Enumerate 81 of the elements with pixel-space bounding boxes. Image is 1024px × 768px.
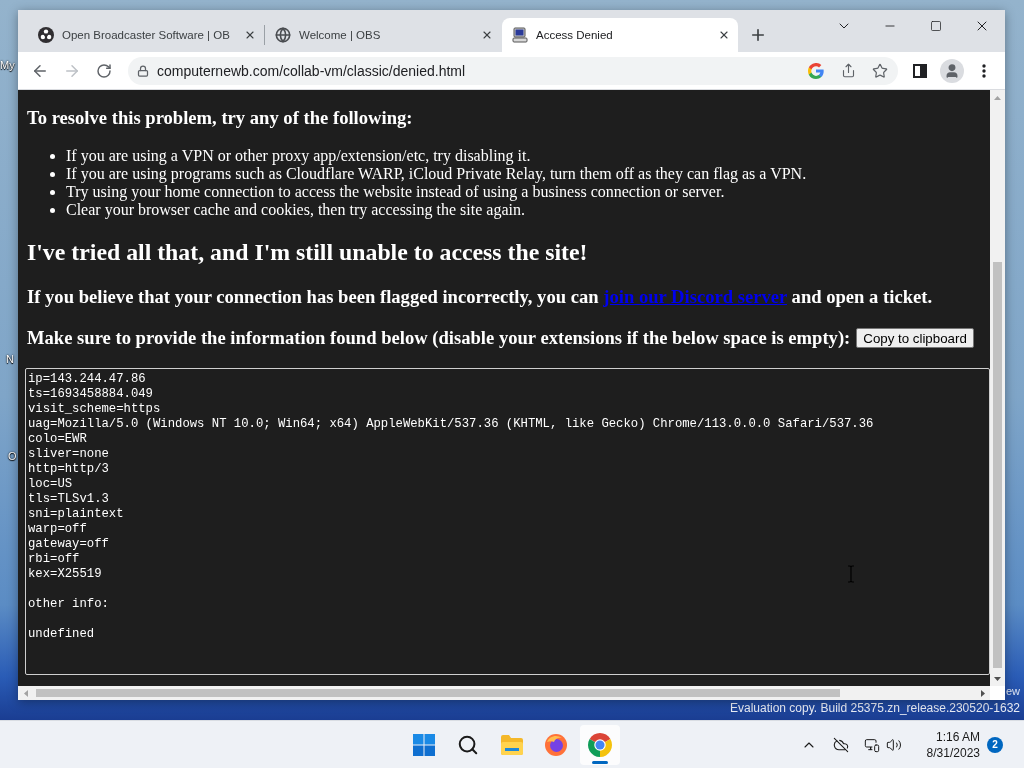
scroll-right-icon[interactable] [980,689,985,697]
search-icon [457,733,479,756]
active-indicator [592,760,608,764]
chrome-logo-icon [588,732,612,757]
speaker-icon [886,736,902,753]
info-line: undefined [28,627,95,642]
clock-date[interactable]: 8/31/2023 [926,744,980,761]
bullet-icon [50,189,55,195]
clock-time[interactable]: 1:16 AM [935,728,980,745]
scrollbar-corner [990,686,1005,700]
notification-badge[interactable]: 2 [987,736,1003,753]
info-line: http=http/3 [28,462,109,477]
info-line: loc=US [28,477,73,492]
info-line: tls=TLSv1.3 [28,492,109,507]
info-line: warp=off [28,522,87,537]
folder-icon [500,733,524,756]
monitor-phone-icon [864,736,880,753]
menu-icon [982,63,986,78]
scrollbar-thumb[interactable] [36,689,840,697]
tab-title[interactable]: Welcome | OBS [299,29,471,41]
star-icon [872,62,888,79]
info-text-area[interactable] [25,368,990,675]
info-line: ip=143.244.47.86 [28,372,146,387]
page-title: I've tried all that, and I'm still unable to access the site! [27,238,589,266]
tip-text: Clear your browser cache and cookies, then try accessing the site again. [66,201,525,219]
google-g-icon [808,62,824,79]
bullet-icon [50,153,55,159]
side-panel-icon [913,63,927,78]
tab-title[interactable]: Open Broadcaster Software | OB [62,29,234,41]
info-line: colo=EWR [28,432,87,447]
maximize-icon [930,20,942,32]
url-text[interactable]: computernewb.com/collab-vm/classic/denied.html [157,62,798,79]
bullet-icon [50,207,55,213]
person-icon [944,62,960,79]
chrome-button[interactable] [580,724,620,765]
profile-button[interactable] [940,58,964,83]
info-line: gateway=off [28,537,109,552]
tip-text: If you are using programs such as Cloudflare WARP, iCloud Private Relay, turn them off as they can flag as a VPN. [66,165,807,183]
firefox-logo-icon [544,732,568,757]
info-line: sliver=none [28,447,109,462]
scroll-down-icon[interactable] [994,676,1001,681]
obs-logo-icon [38,27,54,43]
copy-button[interactable]: Copy to clipboard [856,328,974,348]
info-line: other info: [28,597,109,612]
edition-text: ew [1006,685,1021,698]
info-line: ts=1693458884.049 [28,387,153,402]
discord-paragraph: If you believe that your connection has been flagged incorrectly, you can join our Discord server and open a ticket. [27,286,934,308]
browser-tab[interactable]: Open Broadcaster Software | OB [28,18,264,52]
close-icon [481,29,493,41]
info-line: sni=plaintext [28,507,124,522]
tab-title[interactable]: Access Denied [536,29,708,41]
desktop-icon-label: My [0,59,15,72]
bullet-icon [50,171,55,177]
address-bar[interactable]: computernewb.com/collab-vm/classic/denied.html [128,56,898,85]
tip-text: If you are using a VPN or other proxy app/extension/etc, try disabling it. [66,147,531,165]
close-icon [244,29,256,41]
vertical-scrollbar[interactable] [990,90,1005,686]
computer-icon [512,27,528,43]
info-line: rbi=off [28,552,80,567]
globe-icon [275,27,291,43]
info-line: visit_scheme=https [28,402,161,417]
scrollbar-thumb[interactable] [993,262,1002,668]
browser-tab[interactable]: Access Denied [502,18,738,52]
cloud-off-icon [833,736,849,753]
text-cursor-icon [847,565,855,583]
reload-icon [96,62,112,79]
desktop-icon-label: N [6,353,14,366]
plus-icon [749,26,767,44]
info-line: uag=Mozilla/5.0 (Windows NT 10.0; Win64; x64) AppleWebKit/537.36 (KHTML, like Gecko) Chrome/113.0.0.0 Safari/537.36 [28,417,874,432]
lock-icon [137,64,149,77]
info-line: kex=X25519 [28,567,102,582]
build-notice: Evaluation copy. Build 25375.zn_release.230520-1632 [730,701,1020,715]
windows-logo-icon [413,733,435,756]
close-icon [718,29,730,41]
browser-tab[interactable]: Welcome | OBS [265,18,501,52]
section-heading: To resolve this problem, try any of the following: [27,107,414,129]
info-prompt: Make sure to provide the information found below (disable your extensions if the below space is empty): [27,327,851,349]
horizontal-scrollbar[interactable] [18,686,990,700]
share-icon [840,63,856,78]
desktop-icon-label: O [8,450,17,463]
tip-text: Try using your home connection to access the website instead of using a business connection or server. [66,183,725,201]
